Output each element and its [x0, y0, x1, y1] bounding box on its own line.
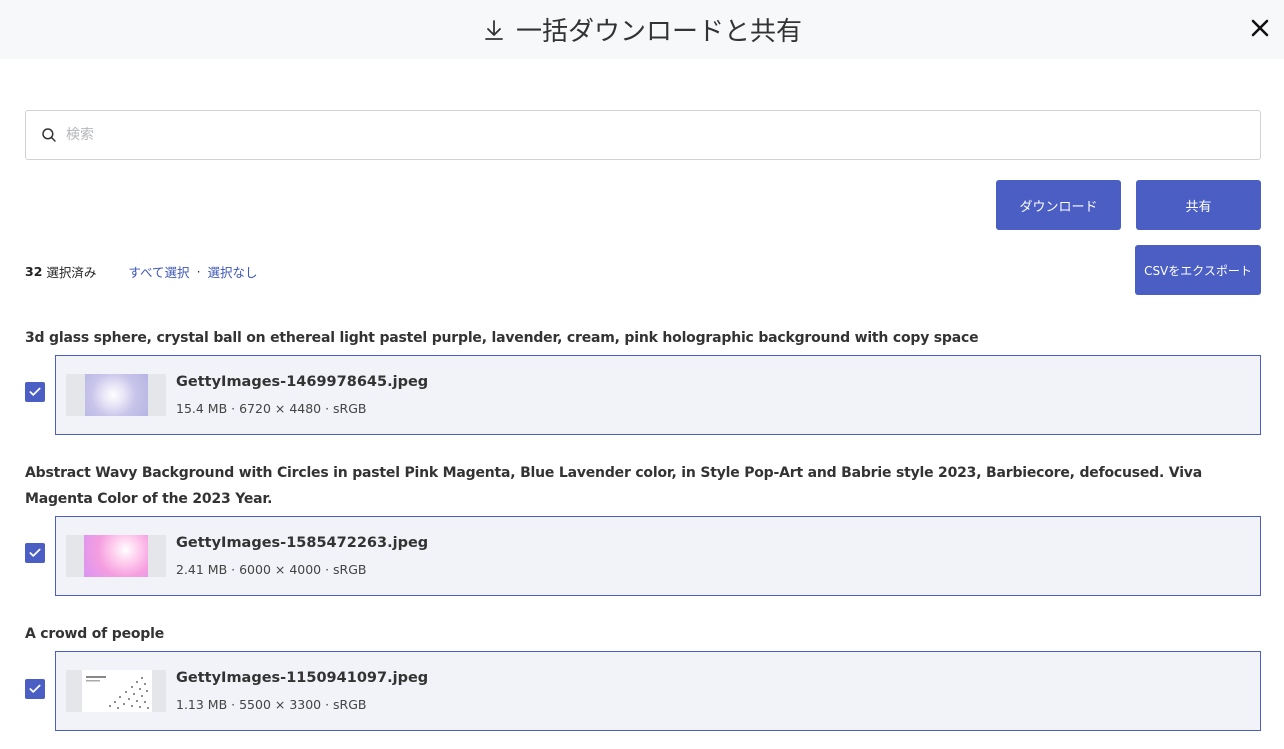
dialog-title: 一括ダウンロードと共有 [482, 11, 802, 48]
file-meta: 1.13 MB · 5500 × 3300 · sRGB [176, 697, 367, 712]
file-card[interactable]: GettyImages-1469978645.jpeg 15.4 MB · 67… [55, 355, 1261, 435]
checkmark-icon [29, 387, 41, 396]
search-box [25, 110, 1261, 160]
file-card[interactable]: GettyImages-1585472263.jpeg 2.41 MB · 60… [55, 516, 1261, 596]
crowd-thumbnail-graphic [86, 676, 149, 709]
separator-dot: · [196, 264, 201, 279]
selected-count-label: 選択済み [46, 265, 97, 280]
item-checkbox[interactable] [25, 382, 45, 402]
item-title: A crowd of people [25, 626, 164, 642]
file-thumbnail [66, 670, 166, 712]
file-name: GettyImages-1469978645.jpeg [176, 374, 429, 390]
file-thumbnail [66, 374, 166, 416]
selected-count: 32 [25, 264, 43, 279]
item-checkbox[interactable] [25, 679, 45, 699]
search-icon [42, 128, 56, 142]
file-meta: 15.4 MB · 6720 × 4480 · sRGB [176, 401, 367, 416]
checkmark-icon [29, 548, 41, 557]
share-button[interactable]: 共有 [1136, 180, 1261, 230]
export-csv-button[interactable]: CSVをエクスポート [1135, 245, 1261, 295]
select-none-link[interactable]: 選択なし [208, 262, 258, 281]
download-icon [485, 19, 503, 40]
file-card[interactable]: GettyImages-1150941097.jpeg 1.13 MB · 55… [55, 651, 1261, 731]
search-input[interactable] [66, 120, 1260, 150]
selection-summary: 32 選択済み すべて選択 · 選択なし [25, 262, 258, 281]
dialog-title-text: 一括ダウンロードと共有 [515, 17, 802, 47]
download-button[interactable]: ダウンロード [996, 180, 1121, 230]
file-meta: 2.41 MB · 6000 × 4000 · sRGB [176, 562, 367, 577]
item-checkbox[interactable] [25, 543, 45, 563]
select-all-link[interactable]: すべて選択 [128, 262, 189, 281]
item-title: 3d glass sphere, crystal ball on etherea… [25, 330, 979, 346]
dialog-header: 一括ダウンロードと共有 [0, 0, 1284, 59]
file-thumbnail [66, 535, 166, 577]
file-name: GettyImages-1150941097.jpeg [176, 670, 429, 686]
close-icon[interactable] [1248, 16, 1272, 40]
item-title: Abstract Wavy Background with Circles in… [25, 465, 1202, 507]
file-name: GettyImages-1585472263.jpeg [176, 535, 429, 551]
checkmark-icon [29, 684, 41, 693]
